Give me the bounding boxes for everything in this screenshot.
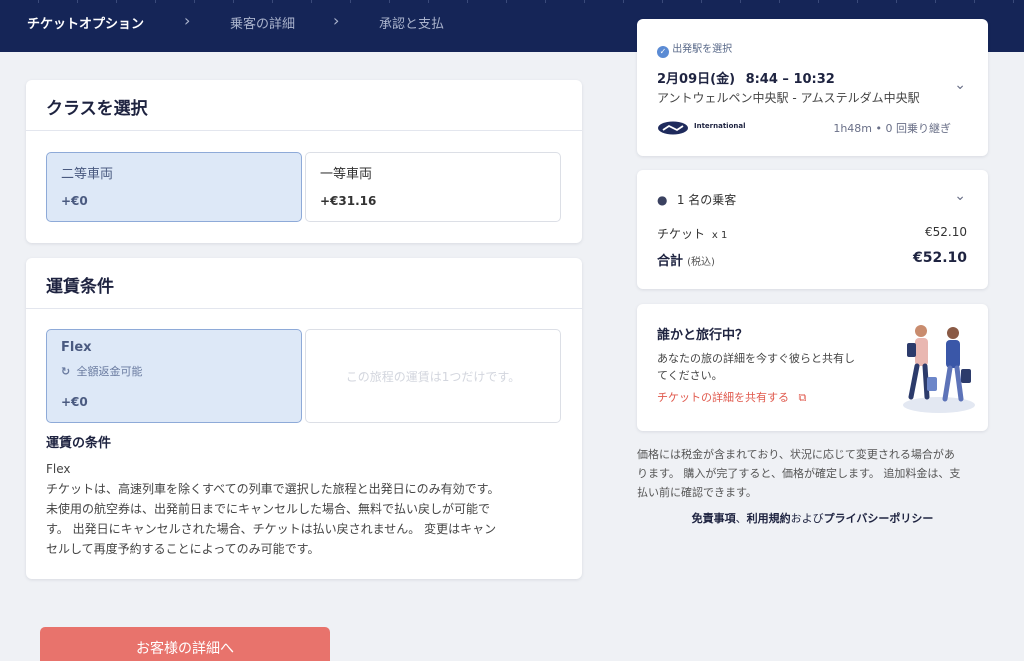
step-ticket-options[interactable]: チケットオプション bbox=[27, 13, 144, 32]
conditions-line: す。 出発日にキャンセルされた場合、チケットは払い戻されません。 変更はキャン bbox=[46, 522, 497, 536]
total-price: €52.10 bbox=[912, 250, 967, 266]
ticket-price: €52.10 bbox=[925, 225, 967, 239]
disclaimer-line: ります。 購入が完了すると、価格が確定します。 追加料金は、支 bbox=[637, 467, 961, 480]
total-tax-note: (税込) bbox=[687, 257, 715, 268]
conditions-heading: 運賃の条件 bbox=[46, 436, 112, 451]
journey-time: 8:44 – 10:32 bbox=[745, 72, 835, 87]
ticket-line: チケット x 1 bbox=[657, 225, 727, 242]
conditions-line: セルして再度予約することによってのみ可能です。 bbox=[46, 542, 320, 556]
step-confirm-payment[interactable]: 承認と支払 bbox=[379, 13, 444, 32]
chevron-down-icon[interactable]: ⌄ bbox=[954, 188, 966, 204]
price-summary-card: ● 1 名の乗客 ⌄ チケット x 1 €52.10 合計 (税込) €52.1… bbox=[637, 170, 988, 289]
person-icon: ● bbox=[657, 193, 668, 207]
share-link-label: チケットの詳細を共有する bbox=[657, 391, 789, 404]
legal-links: 免責事項、利用規約およびプライバシーポリシー bbox=[637, 510, 988, 526]
fare-option-price: +€0 bbox=[61, 395, 88, 409]
chevron-right-icon: › bbox=[184, 11, 191, 30]
terms-link[interactable]: 利用規約 bbox=[747, 512, 791, 525]
refund-feature-label: 全額返金可能 bbox=[76, 365, 143, 378]
fare-conditions-card: 運賃条件 Flex ↻ 全額返金可能 +€0 この旅程の運賃は1つだけです。 運… bbox=[26, 258, 582, 579]
departure-selected-text: 出発駅を選択 bbox=[672, 44, 733, 55]
share-title: 誰かと旅行中？ bbox=[657, 328, 749, 343]
journey-route: アントウェルペン中央駅 - アムステルダム中央駅 bbox=[657, 91, 920, 105]
ticket-label: チケット bbox=[657, 227, 706, 241]
conditions-text: Flex チケットは、高速列車を除くすべての列車で選択した旅程と出発日にのみ有効… bbox=[46, 459, 499, 559]
class-option-name: 一等車両 bbox=[320, 167, 373, 182]
departure-selected-label: ✓ 出発駅を選択 bbox=[657, 40, 732, 58]
conditions-fare-name: Flex bbox=[46, 462, 71, 476]
share-description: あなたの旅の詳細を今すぐ彼らと共有し てください。 bbox=[657, 350, 855, 384]
chevron-down-icon[interactable]: ⌄ bbox=[954, 77, 966, 93]
fare-option-flex[interactable]: Flex ↻ 全額返金可能 +€0 bbox=[46, 329, 302, 423]
share-ticket-link[interactable]: チケットの詳細を共有する ⧉ bbox=[657, 389, 806, 405]
fare-option-name: Flex bbox=[61, 340, 92, 355]
conditions-line: チケットは、高速列車を除くすべての列車で選択した旅程と出発日にのみ有効です。 bbox=[46, 482, 500, 496]
class-select-card: クラスを選択 二等車両 +€0 一等車両 +€31.16 bbox=[26, 80, 582, 243]
legal-and: および bbox=[790, 512, 824, 525]
journey-date: 2月09日(金) bbox=[657, 72, 736, 87]
class-option-price: +€0 bbox=[61, 194, 88, 208]
total-line: 合計 (税込) bbox=[657, 250, 715, 269]
disclaimer-line: 払い前に確認できます。 bbox=[637, 486, 757, 499]
ticket-qty: x 1 bbox=[711, 230, 728, 241]
legal-sep: 、 bbox=[735, 512, 747, 525]
journey-datetime: 2月09日(金) 8:44 – 10:32 bbox=[657, 68, 835, 87]
share-trip-card: 誰かと旅行中？ あなたの旅の詳細を今すぐ彼らと共有し てください。 チケットの詳… bbox=[637, 304, 988, 431]
chevron-right-icon: › bbox=[333, 11, 340, 30]
divider bbox=[26, 130, 582, 131]
step-passenger-details[interactable]: 乗客の詳細 bbox=[230, 13, 295, 32]
passenger-count[interactable]: ● 1 名の乗客 bbox=[657, 191, 736, 208]
ns-logo-icon bbox=[657, 120, 691, 135]
disclaimer-link[interactable]: 免責事項 bbox=[692, 512, 736, 525]
refund-feature: ↻ 全額返金可能 bbox=[61, 363, 143, 379]
disclaimer-line: 価格には税金が含まれており、状況に応じて変更される場合があ bbox=[637, 448, 955, 461]
class-option-second[interactable]: 二等車両 +€0 bbox=[46, 152, 302, 222]
refund-icon: ↻ bbox=[61, 365, 71, 378]
class-option-name: 二等車両 bbox=[61, 167, 114, 182]
share-desc-line: てください。 bbox=[657, 369, 723, 382]
divider bbox=[26, 308, 582, 309]
fare-only-one-box: この旅程の運賃は1つだけです。 bbox=[305, 329, 561, 423]
operator-label: International bbox=[694, 122, 746, 130]
copy-icon: ⧉ bbox=[798, 391, 807, 404]
share-desc-line: あなたの旅の詳細を今すぐ彼らと共有し bbox=[657, 352, 855, 365]
class-section-title: クラスを選択 bbox=[46, 99, 148, 119]
journey-summary-card[interactable]: ✓ 出発駅を選択 2月09日(金) 8:44 – 10:32 アントウェルペン中… bbox=[637, 19, 988, 156]
price-disclaimer: 価格には税金が含まれており、状況に応じて変更される場合があ ります。 購入が完了… bbox=[637, 445, 988, 502]
class-option-price: +€31.16 bbox=[320, 194, 377, 208]
check-circle-icon: ✓ bbox=[657, 46, 669, 58]
total-label: 合計 bbox=[657, 254, 684, 269]
fare-section-title: 運賃条件 bbox=[46, 277, 114, 297]
passenger-count-label: 1 名の乗客 bbox=[676, 193, 737, 207]
continue-to-details-button[interactable]: お客様の詳細へ bbox=[40, 627, 330, 661]
only-one-fare-note: この旅程の運賃は1つだけです。 bbox=[345, 370, 521, 384]
conditions-line: 未使用の航空券は、出発前日までにキャンセルした場合、無料で払い戻しが可能で bbox=[46, 502, 491, 516]
travelers-illustration bbox=[899, 319, 979, 419]
nav-decoration bbox=[0, 0, 1024, 3]
class-option-first[interactable]: 一等車両 +€31.16 bbox=[305, 152, 561, 222]
journey-duration: 1h48m • 0 回乗り継ぎ bbox=[833, 122, 951, 135]
privacy-policy-link[interactable]: プライバシーポリシー bbox=[824, 512, 934, 525]
